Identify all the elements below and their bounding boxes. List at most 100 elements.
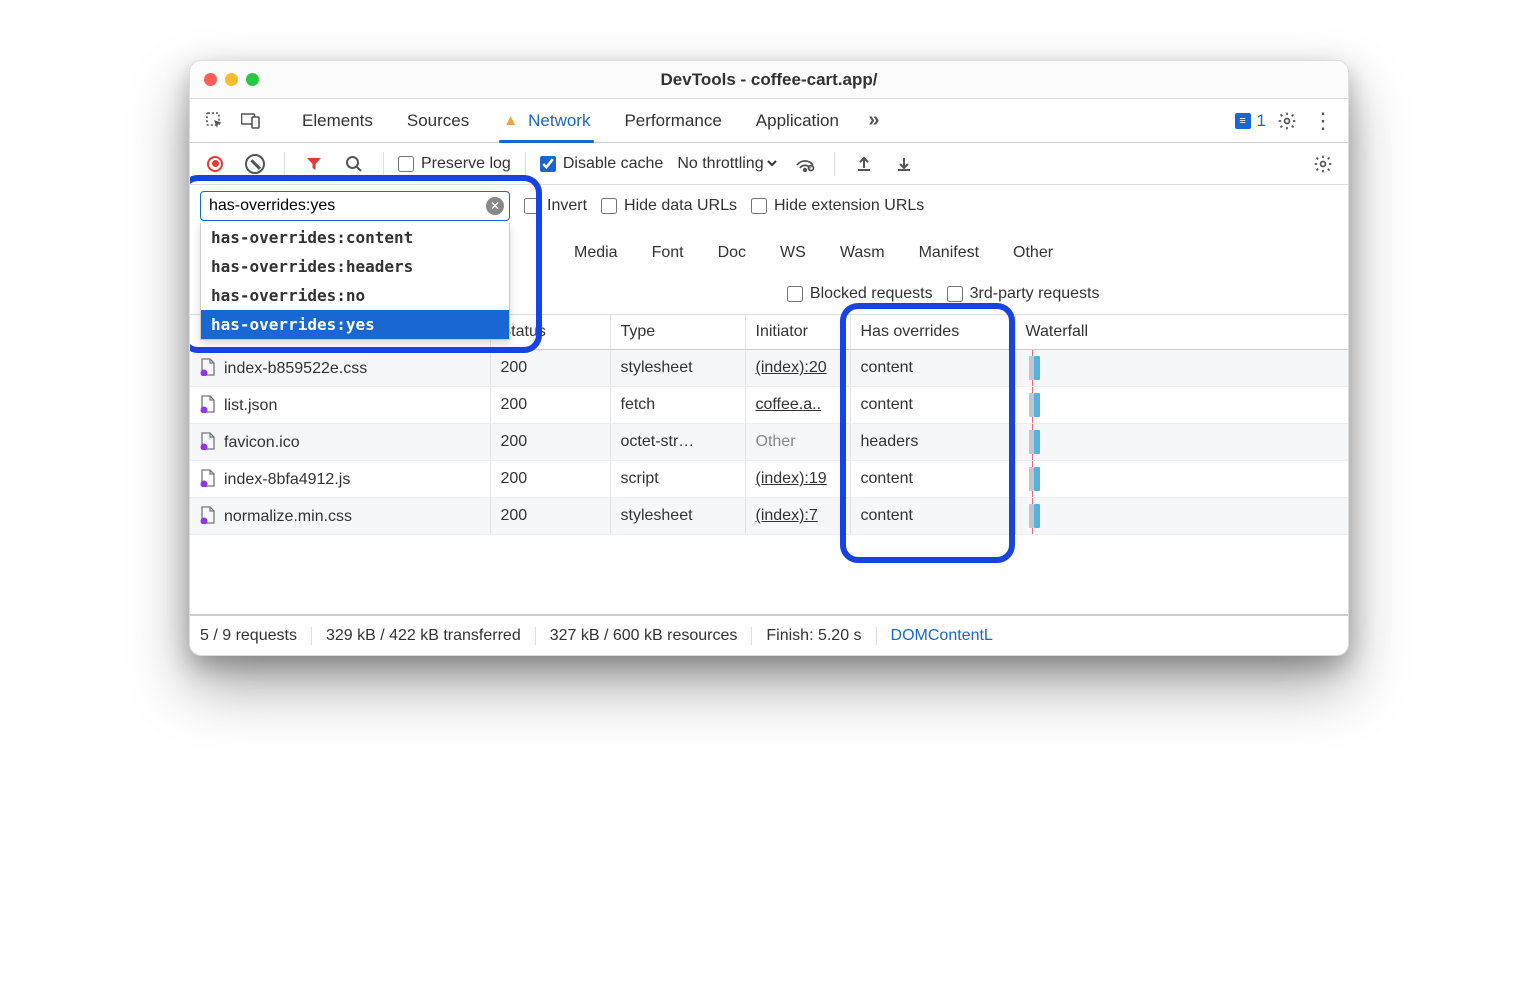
cell-initiator[interactable]: coffee.a.. (745, 387, 850, 424)
type-manifest[interactable]: Manifest (909, 241, 989, 265)
type-media[interactable]: Media (564, 241, 628, 265)
upload-har-icon[interactable] (849, 149, 879, 179)
cell-waterfall (1015, 498, 1348, 535)
preserve-log-input[interactable] (398, 156, 414, 172)
tab-elements[interactable]: Elements (288, 99, 387, 143)
disable-cache-label: Disable cache (563, 155, 664, 173)
autocomplete-item[interactable]: has-overrides:no (201, 281, 509, 310)
network-conditions-icon[interactable] (790, 149, 820, 179)
summary-transferred: 329 kB / 422 kB transferred (312, 627, 536, 645)
third-party-checkbox[interactable]: 3rd-party requests (947, 285, 1100, 303)
warning-icon: ▲ (503, 112, 518, 129)
preserve-log-checkbox[interactable]: Preserve log (398, 155, 511, 173)
network-settings-icon[interactable] (1308, 149, 1338, 179)
summary-resources: 327 kB / 600 kB resources (536, 627, 753, 645)
filter-toggle-icon[interactable] (299, 149, 329, 179)
more-tabs-button[interactable]: » (859, 106, 889, 136)
main-tabs: Elements Sources ▲ Network Performance A… (190, 99, 1348, 143)
invert-checkbox[interactable]: Invert (524, 197, 587, 215)
autocomplete-item-selected[interactable]: has-overrides:yes (201, 310, 509, 339)
cell-initiator[interactable]: (index):20 (745, 350, 850, 387)
filter-input[interactable] (200, 191, 510, 221)
file-override-icon (200, 506, 216, 524)
summary-requests: 5 / 9 requests (200, 627, 312, 645)
table-row[interactable]: normalize.min.css200stylesheet(index):7c… (190, 498, 1348, 535)
kebab-menu-icon[interactable]: ⋮ (1308, 106, 1338, 136)
cell-type: stylesheet (610, 350, 745, 387)
filter-autocomplete: has-overrides:content has-overrides:head… (200, 223, 510, 340)
cell-name: favicon.ico (190, 424, 490, 461)
settings-icon[interactable] (1272, 106, 1302, 136)
hide-data-urls-checkbox[interactable]: Hide data URLs (601, 197, 737, 215)
error-count: 1 (1257, 111, 1266, 131)
cell-type: stylesheet (610, 498, 745, 535)
summary-dcl: DOMContentL (877, 627, 993, 645)
devtools-window: DevTools - coffee-cart.app/ Elements Sou… (189, 60, 1349, 656)
console-errors-badge[interactable]: ≡ 1 (1235, 111, 1266, 131)
cell-status: 200 (490, 387, 610, 424)
type-other[interactable]: Other (1003, 241, 1063, 265)
table-row[interactable]: index-8bfa4912.js200script(index):19cont… (190, 461, 1348, 498)
blocked-requests-checkbox[interactable]: Blocked requests (787, 285, 933, 303)
autocomplete-item[interactable]: has-overrides:headers (201, 252, 509, 281)
clear-filter-icon[interactable]: ✕ (486, 197, 504, 215)
download-har-icon[interactable] (889, 149, 919, 179)
window-controls (204, 73, 259, 86)
file-override-icon (200, 358, 216, 376)
table-empty-area (190, 535, 1348, 615)
col-waterfall[interactable]: Waterfall (1015, 315, 1348, 350)
cell-type: script (610, 461, 745, 498)
cell-overrides: content (850, 387, 1015, 424)
disable-cache-input[interactable] (540, 156, 556, 172)
cell-name: list.json (190, 387, 490, 424)
tab-sources[interactable]: Sources (393, 99, 483, 143)
type-ws[interactable]: WS (770, 241, 816, 265)
throttling-select[interactable]: No throttling (673, 154, 780, 173)
cell-initiator[interactable]: Other (745, 424, 850, 461)
network-toolbar: Preserve log Disable cache No throttling (190, 143, 1348, 185)
disable-cache-checkbox[interactable]: Disable cache (540, 155, 664, 173)
window-title: DevTools - coffee-cart.app/ (190, 70, 1348, 90)
clear-button[interactable] (240, 149, 270, 179)
table-row[interactable]: index-b859522e.css200stylesheet(index):2… (190, 350, 1348, 387)
cell-waterfall (1015, 350, 1348, 387)
filter-input-wrap: ✕ has-overrides:content has-overrides:he… (200, 191, 510, 221)
cell-status: 200 (490, 350, 610, 387)
tab-performance[interactable]: Performance (610, 99, 735, 143)
close-window-button[interactable] (204, 73, 217, 86)
requests-table: Name Status Type Initiator Has overrides… (190, 315, 1348, 535)
maximize-window-button[interactable] (246, 73, 259, 86)
record-button[interactable] (200, 149, 230, 179)
preserve-log-label: Preserve log (421, 155, 511, 173)
search-icon[interactable] (339, 149, 369, 179)
tab-application[interactable]: Application (742, 99, 853, 143)
type-doc[interactable]: Doc (708, 241, 756, 265)
minimize-window-button[interactable] (225, 73, 238, 86)
autocomplete-item[interactable]: has-overrides:content (201, 223, 509, 252)
cell-waterfall (1015, 461, 1348, 498)
table-row[interactable]: list.json200fetchcoffee.a..content (190, 387, 1348, 424)
file-override-icon (200, 395, 216, 413)
cell-overrides: content (850, 461, 1015, 498)
type-font[interactable]: Font (642, 241, 694, 265)
col-type[interactable]: Type (610, 315, 745, 350)
cell-initiator[interactable]: (index):19 (745, 461, 850, 498)
cell-type: octet-str… (610, 424, 745, 461)
cell-type: fetch (610, 387, 745, 424)
hide-extension-urls-checkbox[interactable]: Hide extension URLs (751, 197, 924, 215)
table-row[interactable]: favicon.ico200octet-str…Otherheaders (190, 424, 1348, 461)
cell-waterfall (1015, 424, 1348, 461)
cell-overrides: headers (850, 424, 1015, 461)
requests-table-wrap: Name Status Type Initiator Has overrides… (190, 315, 1348, 615)
cell-initiator[interactable]: (index):7 (745, 498, 850, 535)
col-initiator[interactable]: Initiator (745, 315, 850, 350)
cell-overrides: content (850, 350, 1015, 387)
tab-network[interactable]: ▲ Network (489, 99, 604, 143)
cell-status: 200 (490, 498, 610, 535)
device-toggle-icon[interactable] (236, 106, 266, 136)
cell-status: 200 (490, 461, 610, 498)
inspect-icon[interactable] (200, 106, 230, 136)
type-wasm[interactable]: Wasm (830, 241, 895, 265)
summary-finish: Finish: 5.20 s (752, 627, 876, 645)
col-has-overrides[interactable]: Has overrides (850, 315, 1015, 350)
